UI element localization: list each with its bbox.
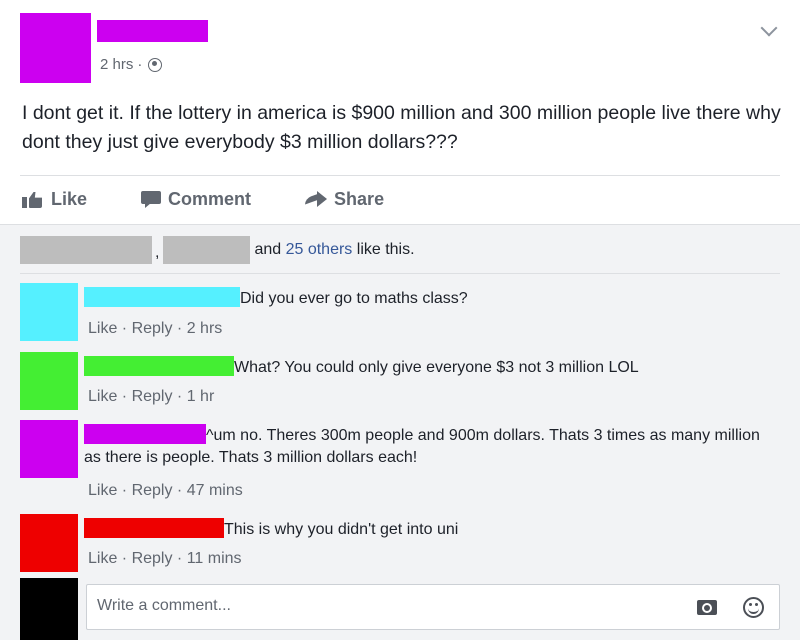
comment-body: Did you ever go to maths class? (84, 287, 764, 310)
comment-reply-link[interactable]: Reply (132, 550, 173, 567)
post-actions: Like Comment Share (22, 185, 438, 213)
commenter-name-redacted[interactable] (84, 287, 240, 307)
comment-actions: Like · Reply · 2 hrs (88, 320, 222, 338)
comment-input-placeholder: Write a comment... (97, 597, 231, 614)
commenter-name-redacted[interactable] (84, 518, 224, 538)
liker-name-redacted-1[interactable] (20, 236, 152, 264)
thumbs-up-icon (22, 190, 44, 208)
comment-time[interactable]: 1 hr (187, 388, 215, 405)
comment-sep: · (172, 482, 187, 499)
liker-name-redacted-2[interactable] (163, 236, 251, 264)
comment-like-link[interactable]: Like (88, 320, 117, 337)
post-card: 2 hrs · I dont get it. If the lottery in… (0, 0, 800, 640)
comment-actions: Like · Reply · 11 mins (88, 550, 242, 568)
comment-time[interactable]: 2 hrs (187, 320, 223, 337)
comment-label: Comment (168, 188, 252, 209)
post-meta: 2 hrs · (100, 56, 163, 73)
post-time[interactable]: 2 hrs (100, 56, 133, 73)
share-label: Share (334, 188, 385, 209)
comment-sep: · (172, 388, 187, 405)
commenter-name-redacted[interactable] (84, 424, 206, 444)
comment-input[interactable]: Write a comment... (86, 584, 780, 630)
comment-sep: · (172, 320, 187, 337)
comment-like-link[interactable]: Like (88, 482, 117, 499)
comment-time[interactable]: 47 mins (187, 482, 243, 499)
comment-body: What? You could only give everyone $3 no… (84, 356, 764, 379)
comment-text: Did you ever go to maths class? (240, 290, 468, 307)
comment-sep: · (117, 482, 132, 499)
comment-button[interactable]: Comment (141, 185, 251, 213)
comment-sep: · (172, 550, 187, 567)
commenter-name-redacted[interactable] (84, 356, 234, 376)
comment-reply-link[interactable]: Reply (132, 388, 173, 405)
comment-body: This is why you didn't get into uni (84, 518, 764, 541)
globe-icon[interactable] (148, 57, 163, 72)
comment-icon (141, 190, 162, 208)
likes-comma: , (155, 244, 160, 261)
like-label: Like (51, 188, 88, 209)
likes-summary: , and 25 others like this. (20, 236, 415, 264)
commenter-avatar[interactable] (20, 420, 78, 478)
author-name-redacted[interactable] (97, 20, 208, 42)
smiley-icon[interactable] (743, 597, 764, 618)
divider (20, 175, 780, 176)
like-button[interactable]: Like (22, 185, 87, 213)
likes-text-pre: and (254, 241, 286, 258)
comment-text: This is why you didn't get into uni (224, 521, 459, 538)
comment-text: What? You could only give everyone $3 no… (234, 359, 639, 376)
comment-actions: Like · Reply · 47 mins (88, 482, 243, 500)
composer-avatar (20, 578, 78, 640)
comment-sep: · (117, 388, 132, 405)
post-text: I dont get it. If the lottery in america… (22, 102, 781, 153)
divider (20, 273, 780, 274)
likes-text: and 25 others like this. (254, 241, 414, 259)
camera-icon[interactable] (697, 600, 717, 615)
share-button[interactable]: Share (305, 185, 384, 213)
commenter-avatar[interactable] (20, 514, 78, 572)
comment-sep: · (117, 550, 132, 567)
comment-item: This is why you didn't get into uni Like… (20, 514, 780, 574)
comment-item: ^um no. Theres 300m people and 900m doll… (20, 420, 780, 508)
commenter-avatar[interactable] (20, 352, 78, 410)
commenter-avatar[interactable] (20, 283, 78, 341)
likes-text-post: like this. (352, 241, 415, 258)
comment-sep: · (117, 320, 132, 337)
comment-time[interactable]: 11 mins (187, 550, 242, 567)
comment-reply-link[interactable]: Reply (132, 482, 173, 499)
comment-actions: Like · Reply · 1 hr (88, 388, 214, 406)
comment-body: ^um no. Theres 300m people and 900m doll… (84, 424, 764, 469)
meta-separator: · (137, 56, 143, 73)
comment-item: What? You could only give everyone $3 no… (20, 352, 780, 410)
share-arrow-icon (305, 190, 328, 208)
chevron-down-icon[interactable] (760, 19, 778, 37)
comment-reply-link[interactable]: Reply (132, 320, 173, 337)
comment-item: Did you ever go to maths class? Like · R… (20, 283, 780, 343)
author-avatar[interactable] (20, 13, 91, 83)
others-link[interactable]: 25 others (286, 241, 353, 258)
comment-like-link[interactable]: Like (88, 388, 117, 405)
comment-like-link[interactable]: Like (88, 550, 117, 567)
